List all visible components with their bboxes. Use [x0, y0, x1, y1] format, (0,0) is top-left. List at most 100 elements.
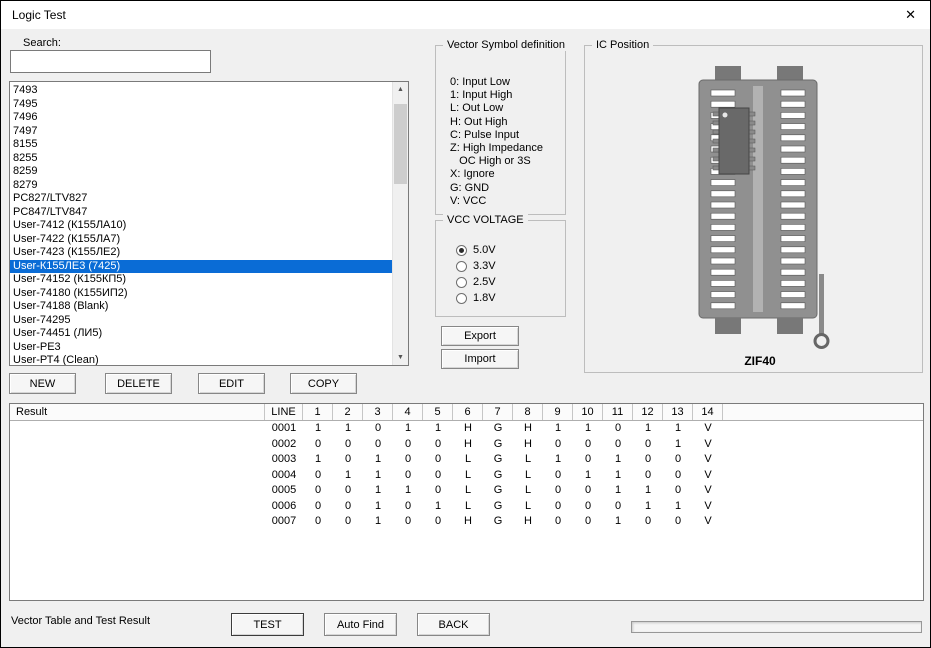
vector-symbol-line: OC High or 3S	[450, 155, 543, 168]
scroll-up-icon[interactable]: ▲	[393, 82, 408, 97]
pin-cell: 0	[603, 437, 633, 453]
ic-list-item[interactable]: 8279	[10, 179, 392, 193]
vector-symbol-group: Vector Symbol definition 0: Input Low1: …	[435, 45, 566, 215]
scrollbar-thumb[interactable]	[394, 104, 407, 184]
result-cell	[10, 483, 265, 499]
pin-cell: 1	[363, 452, 393, 468]
pin-cell: 0	[423, 468, 453, 484]
search-input[interactable]	[10, 50, 211, 73]
pin-cell: 1	[543, 452, 573, 468]
table-row[interactable]: 000200000HGH00001V	[10, 437, 923, 453]
ic-list-item[interactable]: PC827/LTV827	[10, 192, 392, 206]
pin-cell: 0	[603, 421, 633, 437]
ic-list-item[interactable]: 8255	[10, 152, 392, 166]
pin-cell: 0	[543, 499, 573, 515]
vcc-options: 5.0V 3.3V 2.5V1.8V	[456, 242, 496, 306]
test-button[interactable]: TEST	[231, 613, 304, 636]
pin-cell: 0	[303, 483, 333, 499]
ic-list-item[interactable]: 7493	[10, 84, 392, 98]
ic-position-group: IC Position	[584, 45, 923, 373]
result-table-header: Result LINE 1234567891011121314	[10, 404, 923, 421]
pin-cell: 0	[663, 514, 693, 530]
pin-cell: H	[513, 421, 543, 437]
table-row[interactable]: 000600101LGL00011V	[10, 499, 923, 515]
vcc-voltage-group: VCC VOLTAGE 5.0V3.3V2.5V1.8V	[435, 220, 566, 317]
scroll-down-icon[interactable]: ▼	[393, 350, 408, 365]
table-row[interactable]: 000500110LGL00110V	[10, 483, 923, 499]
ic-list-item[interactable]: 8155	[10, 138, 392, 152]
ic-list-item[interactable]: 7496	[10, 111, 392, 125]
vcc-option-label: 3.3V	[473, 260, 496, 272]
pin-cell: 1	[603, 483, 633, 499]
ic-list-item[interactable]: PC847/LTV847	[10, 206, 392, 220]
line-cell: 0007	[265, 514, 303, 530]
pin-column-header: 14	[693, 404, 723, 420]
ic-listbox[interactable]: 74937495749674978155825582598279PC827/LT…	[9, 81, 409, 366]
import-button[interactable]: Import	[441, 349, 519, 369]
pin-cell: 0	[393, 499, 423, 515]
zif-socket-label: ZIF40	[685, 354, 835, 368]
pin-cell: 1	[633, 421, 663, 437]
ic-list-item[interactable]: 7495	[10, 98, 392, 112]
close-icon[interactable]: ✕	[905, 7, 916, 23]
ic-list-item[interactable]: User-РЕ3	[10, 341, 392, 355]
pin-cell: 0	[573, 437, 603, 453]
pin-cell: 1	[663, 437, 693, 453]
titlebar: Logic Test ✕	[1, 1, 930, 29]
pin-cell: V	[693, 483, 723, 499]
ic-list: 74937495749674978155825582598279PC827/LT…	[10, 84, 392, 365]
pin-cell: 1	[573, 468, 603, 484]
ic-list-item[interactable]: User-74152 (К155КП5)	[10, 273, 392, 287]
ic-list-item[interactable]: User-РТ4 (Clean)	[10, 354, 392, 365]
vector-symbol-line: 0: Input Low	[450, 76, 543, 89]
pin-cell: V	[693, 514, 723, 530]
vector-symbol-line: L: Out Low	[450, 102, 543, 115]
copy-button[interactable]: COPY	[290, 373, 357, 394]
pin-cell: 0	[543, 483, 573, 499]
vcc-option-5.0V[interactable]: 5.0V	[456, 242, 496, 258]
back-button[interactable]: BACK	[417, 613, 490, 636]
delete-button[interactable]: DELETE	[105, 373, 172, 394]
ic-list-item[interactable]: User-7412 (К155ЛА10)	[10, 219, 392, 233]
result-cell	[10, 421, 265, 437]
pin-cell: 0	[303, 499, 333, 515]
ic-list-item[interactable]: 7497	[10, 125, 392, 139]
vcc-option-2.5V[interactable]: 2.5V	[456, 274, 496, 290]
pin-column-header: 12	[633, 404, 663, 420]
logic-test-dialog: Logic Test ✕ Search: 7493749574967497815…	[0, 0, 931, 648]
ic-chip-icon	[713, 108, 755, 174]
result-cell	[10, 499, 265, 515]
ic-list-item[interactable]: User-74188 (Blank)	[10, 300, 392, 314]
table-row[interactable]: 000700100HGH00100V	[10, 514, 923, 530]
table-row[interactable]: 000401100LGL01100V	[10, 468, 923, 484]
table-row[interactable]: 000111011HGH11011V	[10, 421, 923, 437]
ic-list-item[interactable]: User-7423 (К155ЛЕ2)	[10, 246, 392, 260]
vcc-option-3.3V[interactable]: 3.3V	[456, 258, 496, 274]
vcc-option-1.8V[interactable]: 1.8V	[456, 290, 496, 306]
table-row[interactable]: 000310100LGL10100V	[10, 452, 923, 468]
ic-list-item[interactable]: User-74180 (К155ИП2)	[10, 287, 392, 301]
footer-status-label: Vector Table and Test Result	[11, 615, 150, 627]
pin-cell: V	[693, 452, 723, 468]
ic-list-item[interactable]: User-7422 (К155ЛА7)	[10, 233, 392, 247]
ic-list-item[interactable]: User-К155ЛЕ3 (7425)	[10, 260, 392, 274]
pin-cell: 1	[363, 468, 393, 484]
edit-button[interactable]: EDIT	[198, 373, 265, 394]
pin-cell: G	[483, 483, 513, 499]
pin-cell: 0	[333, 514, 363, 530]
pin-cell: 0	[573, 483, 603, 499]
new-button[interactable]: NEW	[9, 373, 76, 394]
auto-find-button[interactable]: Auto Find	[324, 613, 397, 636]
pin-cell: 0	[633, 514, 663, 530]
export-button[interactable]: Export	[441, 326, 519, 346]
line-cell: 0003	[265, 452, 303, 468]
pin-cell: 1	[333, 421, 363, 437]
ic-list-item[interactable]: 8259	[10, 165, 392, 179]
ic-list-item[interactable]: User-74295	[10, 314, 392, 328]
radio-icon	[456, 245, 467, 256]
line-cell: 0001	[265, 421, 303, 437]
ic-list-scrollbar[interactable]: ▲ ▼	[392, 82, 408, 365]
pin-cell: 0	[333, 437, 363, 453]
ic-list-item[interactable]: User-74451 (ЛИ5)	[10, 327, 392, 341]
pin-cell: G	[483, 468, 513, 484]
